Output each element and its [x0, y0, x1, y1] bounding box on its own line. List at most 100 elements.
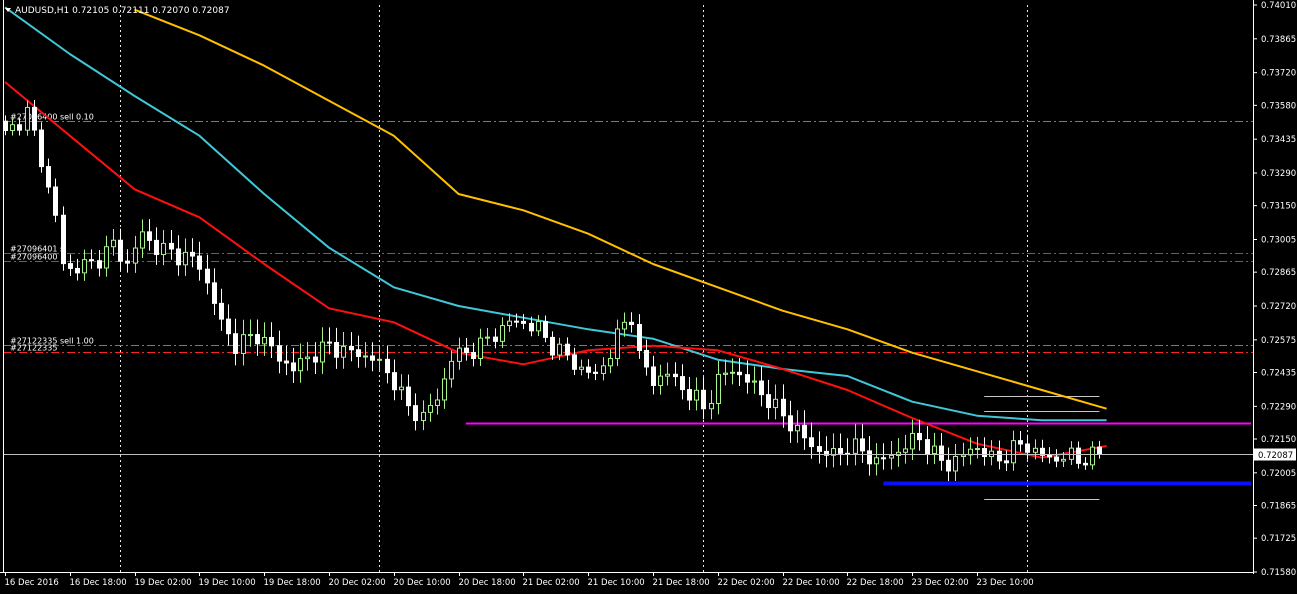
chart-window[interactable]: #27096400 sell 0.10 #27096401 s #27096400 …	[0, 0, 1297, 594]
bull-candle	[1011, 430, 1016, 471]
bear-candle	[154, 227, 159, 265]
candle-body	[154, 239, 159, 256]
candle-body	[809, 437, 814, 448]
bear-candle	[61, 206, 66, 271]
bull-candle	[485, 328, 490, 346]
order-lines[interactable]: #27096400 sell 0.10#27096401 s#27096400 …	[3, 113, 1253, 353]
candle-body	[169, 242, 174, 250]
bull-candle	[601, 357, 606, 381]
bear-candle	[277, 330, 282, 374]
candle-body	[781, 398, 786, 417]
candle-body	[334, 341, 339, 358]
y-tick-label: 0.73150	[1261, 202, 1296, 212]
candle-body	[514, 320, 519, 323]
bull-candle	[399, 374, 404, 401]
bear-candle	[629, 312, 634, 333]
candle-body	[248, 334, 253, 337]
bull-candle	[874, 443, 879, 476]
candle-body	[435, 399, 440, 406]
bear-candle	[97, 250, 102, 277]
bear-candle	[147, 219, 152, 251]
candle-body	[61, 214, 66, 265]
y-tick-label: 0.71865	[1261, 502, 1296, 512]
candle-body	[125, 260, 130, 264]
bear-candle	[759, 366, 764, 407]
bull-candle	[903, 434, 908, 464]
level-lines[interactable]	[465, 396, 1251, 500]
candle-body	[874, 457, 879, 465]
bull-candle	[241, 319, 246, 366]
candle-body	[982, 448, 987, 458]
candle-body	[557, 343, 562, 356]
chart-header: AUDUSD,H1 0.72105 0.72111 0.72070 0.7208…	[5, 6, 230, 16]
candle-body	[219, 302, 224, 320]
bull-candle	[622, 312, 627, 337]
candle-body	[140, 231, 145, 249]
candle-body	[493, 336, 498, 342]
candle-body	[572, 354, 577, 370]
bull-candle	[111, 228, 116, 256]
candle-body	[644, 349, 649, 368]
symbol-header: AUDUSD,H1 0.72105 0.72111 0.72070 0.7208…	[15, 6, 230, 16]
bear-candle	[370, 342, 375, 372]
bull-candle	[320, 327, 325, 374]
candle-body	[341, 345, 346, 358]
y-tick-label: 0.73290	[1261, 169, 1296, 179]
y-tick-label: 0.72865	[1261, 268, 1296, 278]
bear-candle	[226, 304, 231, 346]
candle-body	[205, 268, 210, 284]
bull-candle	[161, 230, 166, 266]
order-line-label: #27122335	[10, 344, 57, 353]
bull-candle	[536, 315, 541, 336]
bear-candle	[385, 345, 390, 384]
candle-body	[543, 321, 548, 338]
candle-body	[356, 349, 361, 357]
x-tick-label: 23 Dec 02:00	[912, 578, 969, 588]
candle-body	[197, 255, 202, 270]
candle-body	[25, 106, 30, 131]
candle-body	[1090, 446, 1095, 466]
bull-candle	[910, 419, 915, 461]
bear-candle	[89, 249, 94, 269]
candle-body	[17, 124, 22, 131]
bear-candle	[838, 433, 843, 466]
period-separators	[120, 5, 1028, 572]
candle-body	[867, 450, 872, 465]
bull-candle	[795, 410, 800, 443]
bear-candle	[3, 115, 8, 136]
bear-candle	[176, 235, 181, 276]
y-tick-label: 0.71580	[1261, 568, 1296, 578]
candle-body	[608, 358, 613, 367]
bear-candle	[572, 347, 577, 376]
candle-body	[579, 366, 584, 370]
bear-candle	[313, 342, 318, 374]
y-tick-label: 0.72290	[1261, 402, 1296, 412]
candle-body	[766, 394, 771, 409]
candle-body	[133, 247, 138, 264]
x-tick-label: 16 Dec 18:00	[70, 578, 127, 588]
moving-average-line	[4, 6, 1107, 422]
candle-body	[529, 322, 534, 332]
candle-body	[536, 321, 541, 332]
candle-body	[104, 246, 109, 269]
candle-body	[1083, 462, 1088, 466]
bear-candle	[802, 410, 807, 450]
bull-candle	[25, 100, 30, 136]
bear-candle	[1040, 439, 1045, 463]
candle-body	[1011, 440, 1016, 464]
candlestick-chart[interactable]: #27096400 sell 0.10#27096401 s#27096400 …	[0, 0, 1297, 594]
bear-candle	[766, 379, 771, 420]
bull-candle	[457, 337, 462, 370]
candle-body	[449, 360, 454, 380]
candle-body	[1018, 440, 1023, 445]
candle-body	[500, 325, 505, 342]
candle-body	[291, 362, 296, 372]
bull-candle	[831, 433, 836, 468]
candle-body	[406, 386, 411, 407]
bull-candle	[579, 359, 584, 376]
candle-body	[680, 376, 685, 391]
candle-body	[68, 263, 73, 269]
bull-candle	[341, 331, 346, 369]
bear-candle	[53, 178, 58, 223]
x-tick-label: 20 Dec 02:00	[329, 578, 386, 588]
